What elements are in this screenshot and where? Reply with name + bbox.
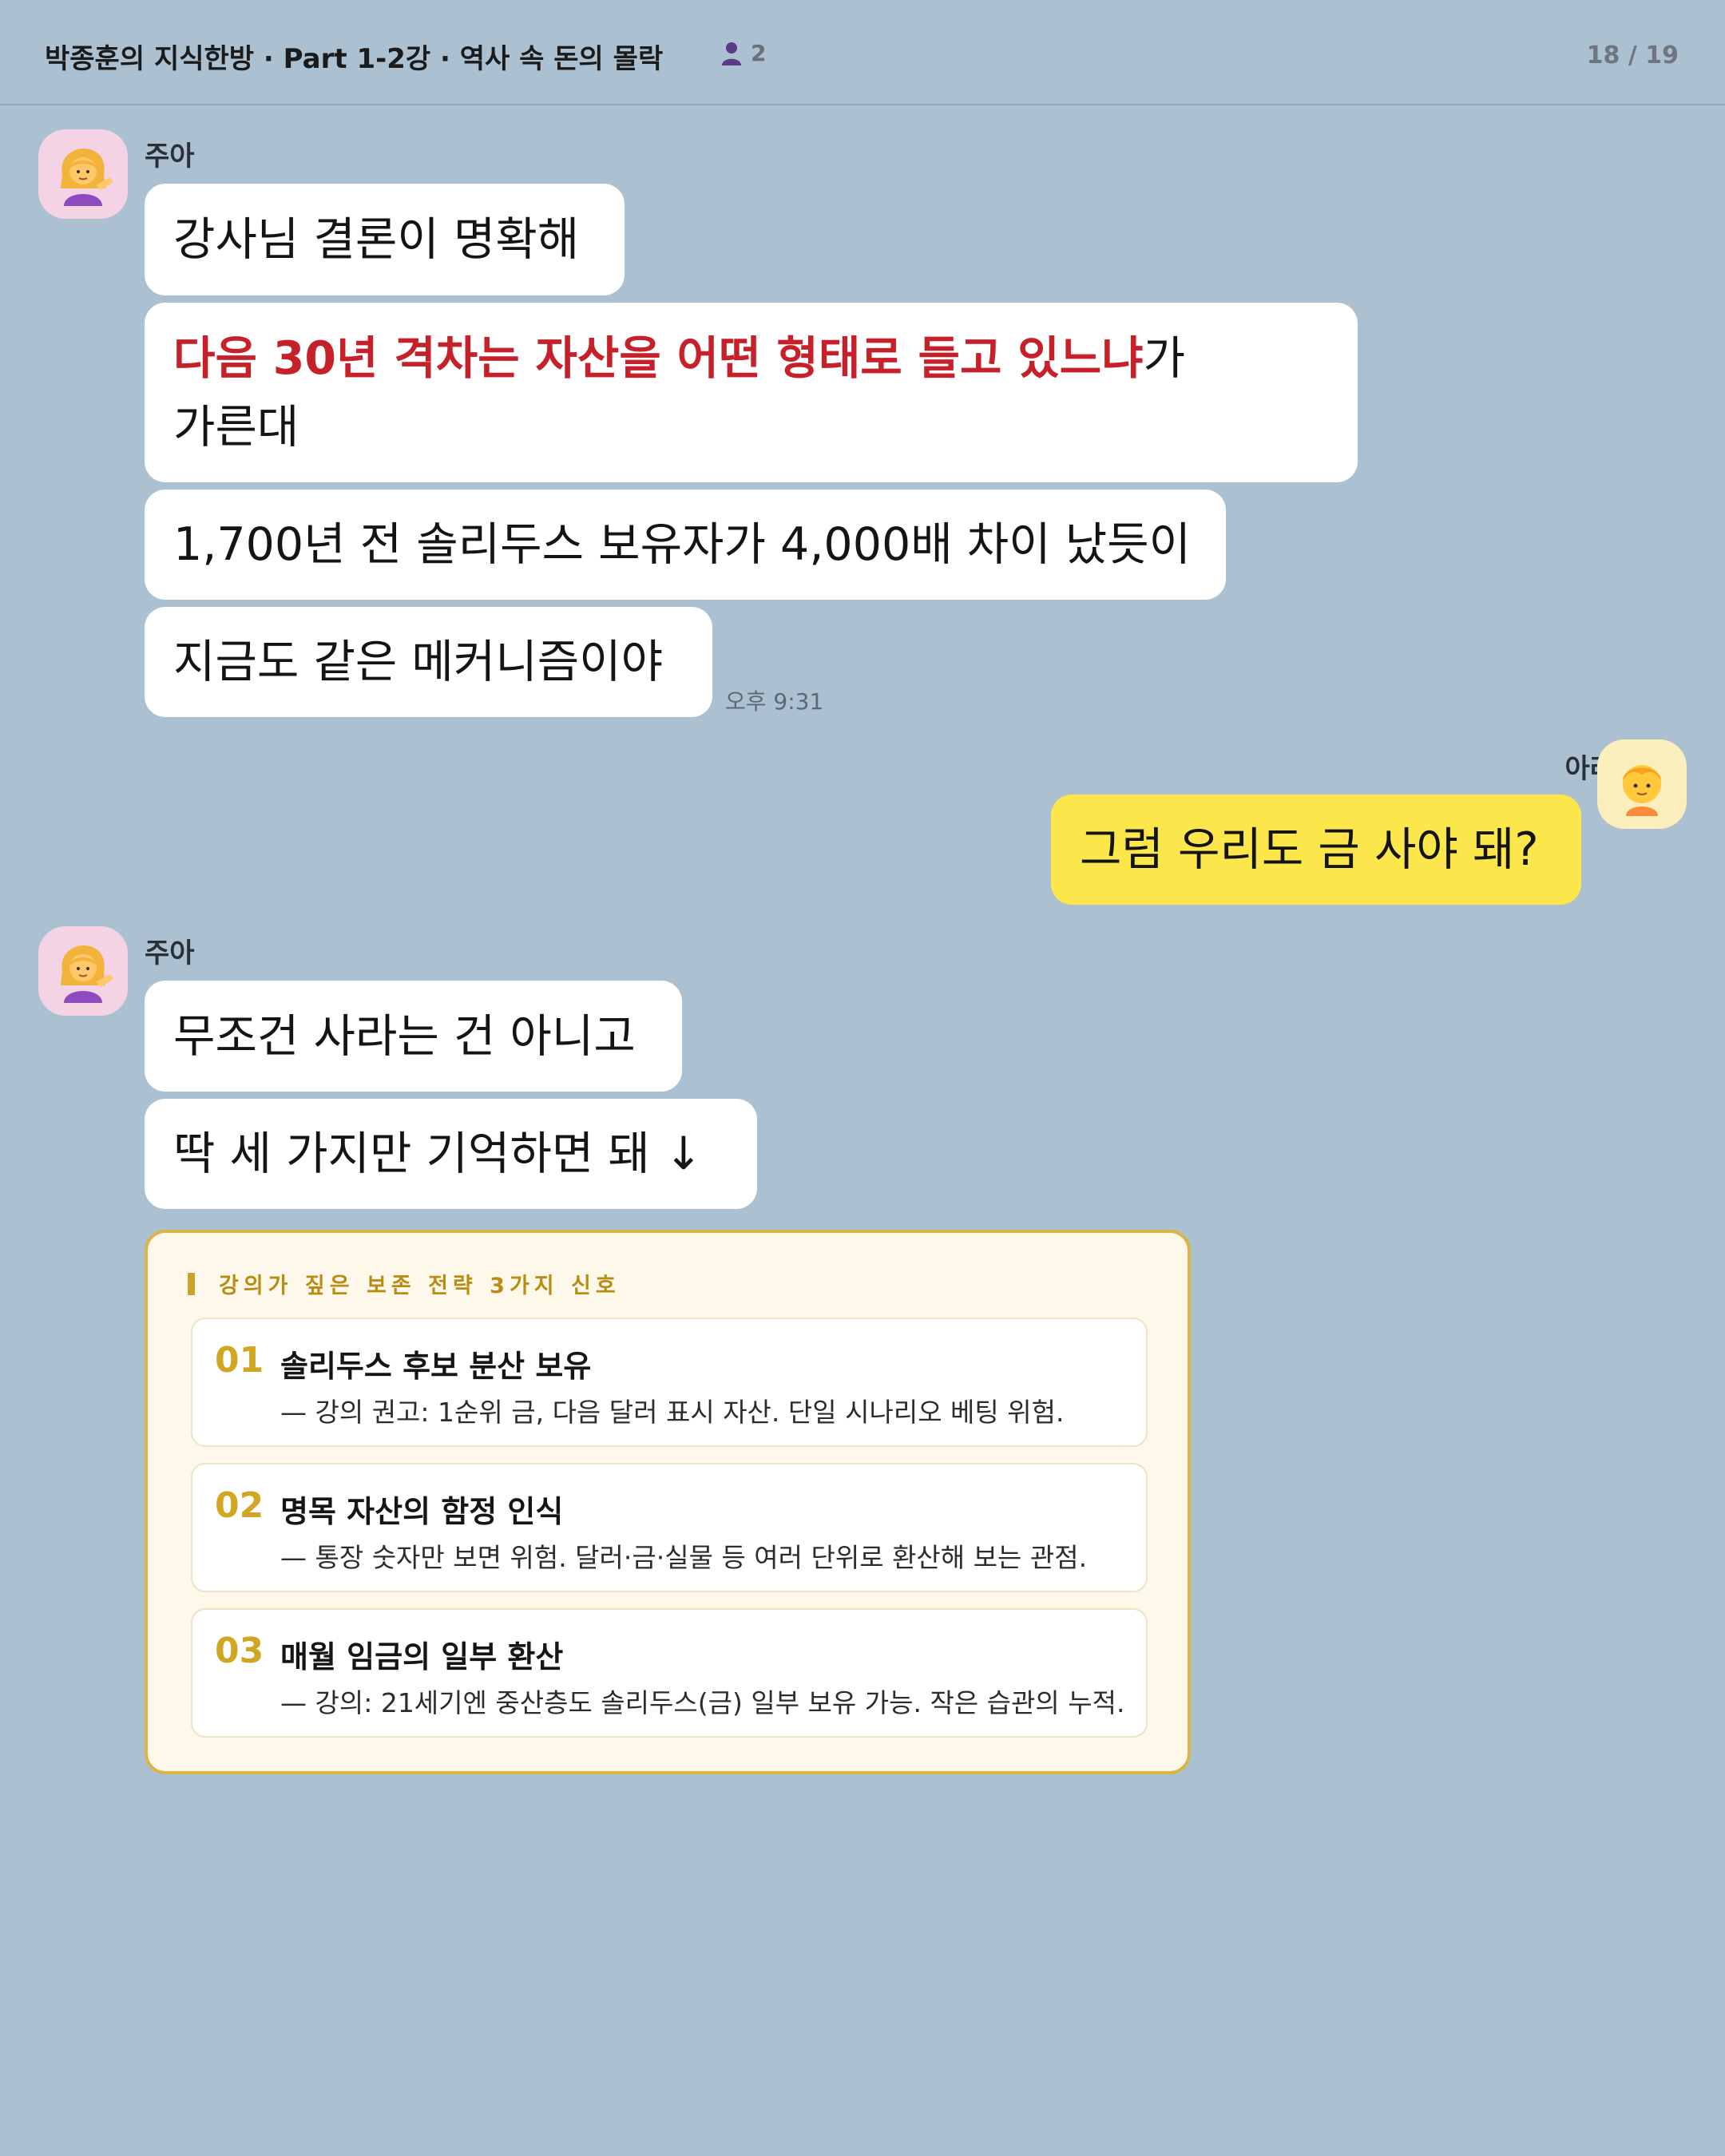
message-bubble[interactable]: 1,700년 전 솔리두스 보유자가 4,000배 차이 났듯이: [145, 489, 1226, 600]
message-text: 1,700년 전 솔리두스 보유자가 4,000배 차이 났듯이: [173, 518, 1192, 571]
card-heading-text: 강의가 짚은 보존 전략 3가지 신호: [219, 1274, 621, 1298]
signal-description: — 통장 숫자만 보면 위험. 달러·금·실물 등 여러 단위로 환산해 보는 …: [280, 1542, 1088, 1573]
message-text: 가른대: [173, 401, 299, 454]
message-text: 가: [1143, 332, 1186, 385]
child-icon: [1623, 765, 1661, 816]
member-count[interactable]: 2: [720, 40, 766, 66]
strategy-card[interactable]: 강의가 짚은 보존 전략 3가지 신호 01 솔리두스 후보 분산 보유 — 강…: [145, 1230, 1191, 1774]
signal-title: 매월 임금의 일부 환산: [280, 1639, 564, 1674]
page-counter: 18 / 19: [1586, 42, 1679, 69]
message-bubble[interactable]: 다음 30년 격차는 자산을 어떤 형태로 들고 있느냐가 가른대: [145, 303, 1358, 482]
chat-room-title: 박종훈의 지식한방 · Part 1-2강 · 역사 속 돈의 몰락: [45, 43, 664, 75]
signal-title: 솔리두스 후보 분산 보유: [280, 1349, 592, 1384]
message-text: 딱 세 가지만 기억하면 돼 ↓: [173, 1128, 703, 1180]
message-line: 다음 30년 격차는 자산을 어떤 형태로 들고 있느냐가: [173, 324, 1329, 393]
member-count-value: 2: [751, 40, 767, 66]
message-text: 지금도 같은 메커니즘이야: [173, 636, 664, 688]
signal-number: 02: [215, 1485, 264, 1526]
signal-item: 03 매월 임금의 일부 환산 — 강의: 21세기엔 중산층도 솔리두스(금)…: [191, 1608, 1148, 1738]
signal-item: 02 명목 자산의 함정 인식 — 통장 숫자만 보면 위험. 달러·금·실물 …: [191, 1463, 1148, 1592]
heading-bar-icon: [188, 1272, 195, 1295]
avatar[interactable]: [1597, 739, 1687, 829]
message-bubble[interactable]: 무조건 사라는 건 아니고: [145, 981, 682, 1092]
signal-number: 01: [215, 1340, 264, 1381]
signal-item: 01 솔리두스 후보 분산 보유 — 강의 권고: 1순위 금, 다음 달러 표…: [191, 1318, 1148, 1447]
woman-tipping-hand-icon: [61, 945, 113, 1003]
avatar[interactable]: [38, 129, 128, 219]
card-heading: 강의가 짚은 보존 전략 3가지 신호: [188, 1268, 621, 1299]
message-bubble[interactable]: 강사님 결론이 명확해: [145, 184, 625, 295]
person-icon: [722, 42, 741, 65]
message-text: 그럼 우리도 금 사야 돼?: [1080, 823, 1539, 876]
message-text: 무조건 사라는 건 아니고: [173, 1010, 636, 1063]
sender-name: 주아: [145, 937, 195, 969]
signal-title: 명목 자산의 함정 인식: [280, 1494, 564, 1529]
message-timestamp: 오후 9:31: [725, 688, 824, 715]
highlighted-text: 다음 30년 격차는 자산을 어떤 형태로 들고 있느냐: [173, 332, 1144, 385]
my-message-bubble[interactable]: 그럼 우리도 금 사야 돼?: [1051, 795, 1581, 905]
message-bubble[interactable]: 지금도 같은 메커니즘이야: [145, 607, 712, 717]
signal-number: 03: [215, 1631, 264, 1671]
sender-name: 주아: [145, 141, 195, 172]
avatar[interactable]: [38, 926, 128, 1016]
signal-description: — 강의 권고: 1순위 금, 다음 달러 표시 자산. 단일 시나리오 베팅 …: [280, 1397, 1065, 1428]
message-bubble[interactable]: 딱 세 가지만 기억하면 돼 ↓: [145, 1099, 757, 1209]
chat-header: 박종훈의 지식한방 · Part 1-2강 · 역사 속 돈의 몰락 2 18 …: [0, 0, 1725, 105]
signal-description: — 강의: 21세기엔 중산층도 솔리두스(금) 일부 보유 가능. 작은 습관…: [280, 1687, 1125, 1718]
message-text: 강사님 결론이 명확해: [173, 213, 580, 266]
woman-tipping-hand-icon: [61, 149, 113, 206]
